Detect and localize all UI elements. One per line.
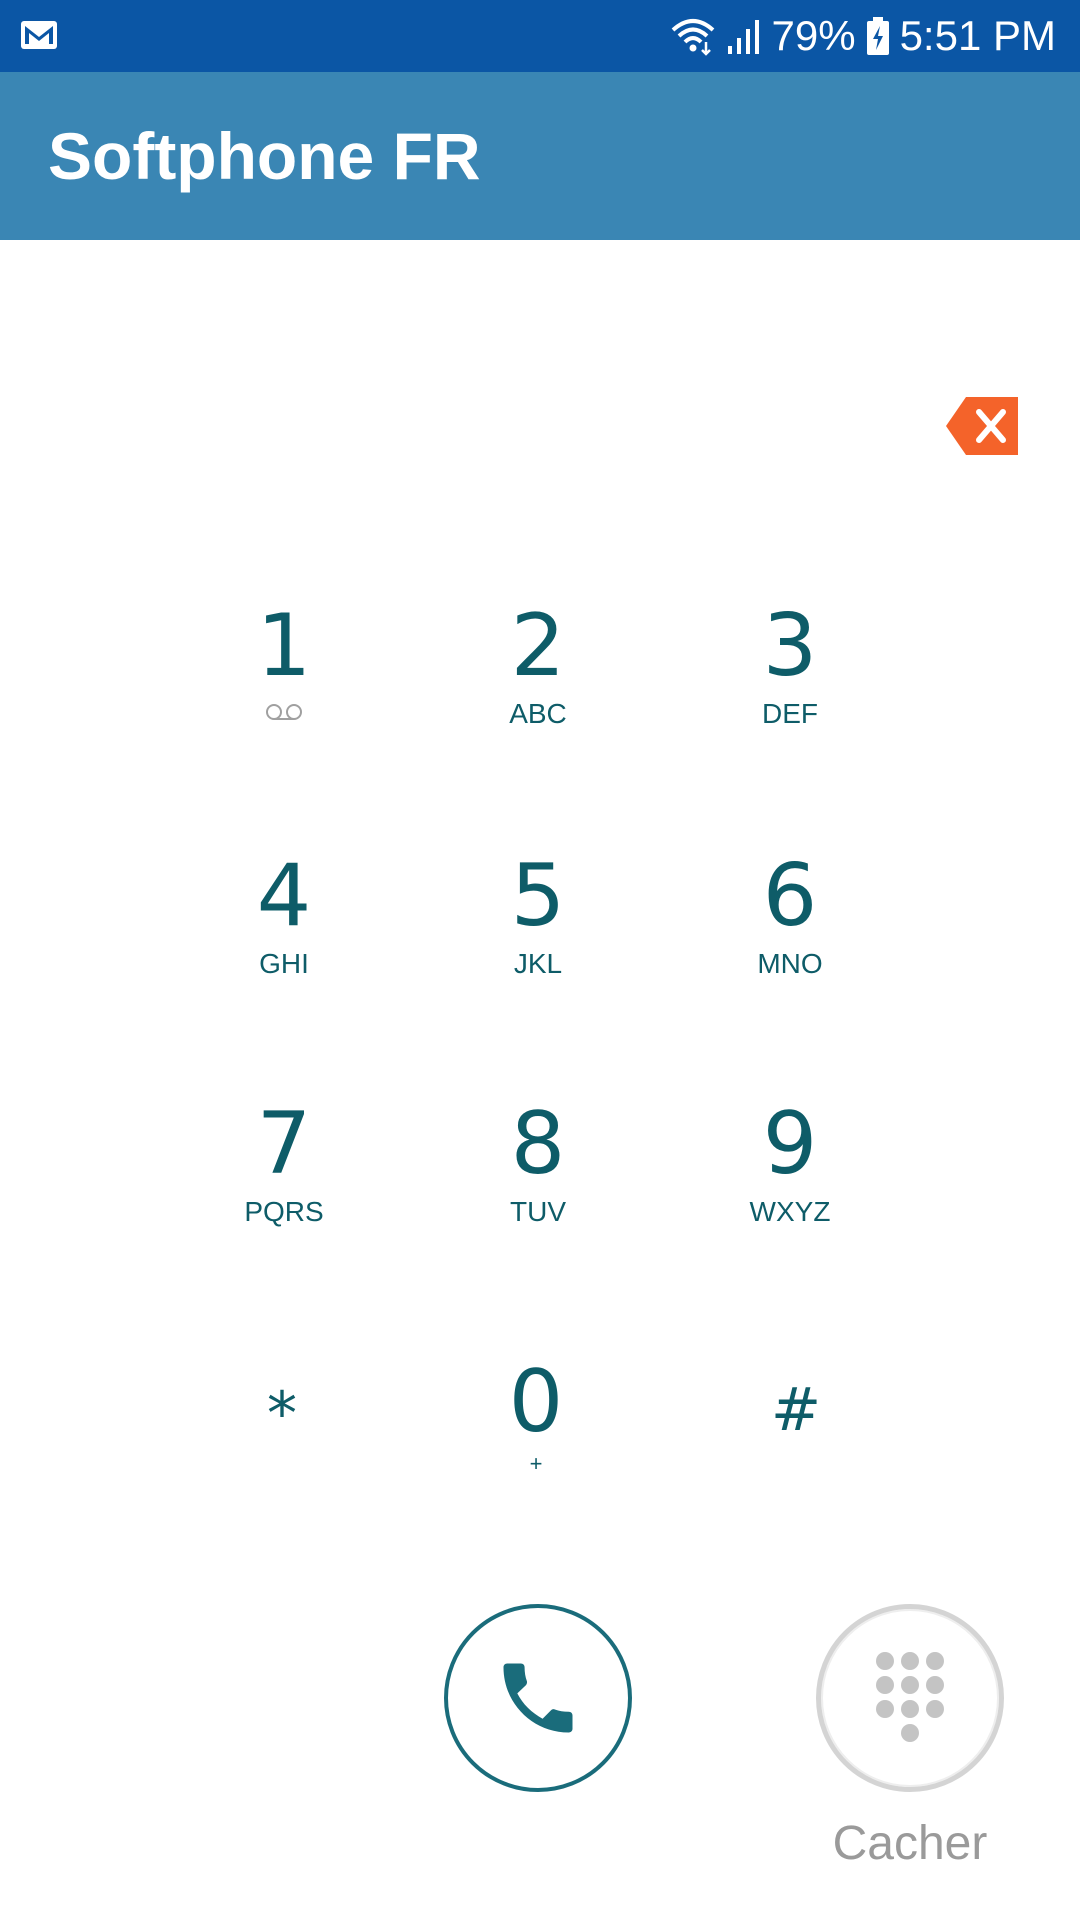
key-letters: DEF — [762, 698, 818, 729]
key-1[interactable]: 1 — [184, 596, 384, 776]
key-letters: + — [529, 1451, 543, 1476]
call-button[interactable] — [444, 1604, 632, 1792]
status-bar: 79% 5:51 PM — [0, 0, 1080, 72]
wifi-icon — [671, 19, 714, 56]
key-letters: GHI — [259, 948, 309, 979]
key-digit: 8 — [510, 1094, 566, 1194]
hide-dialpad-label: Cacher — [832, 1817, 988, 1870]
gmail-icon — [21, 21, 57, 49]
key-letters: MNO — [757, 948, 823, 979]
key-9[interactable]: 9 WXYZ — [690, 1094, 890, 1274]
battery-percent: 79% — [771, 12, 856, 59]
key-letters: ABC — [509, 698, 567, 729]
key-3[interactable]: 3 DEF — [690, 596, 890, 776]
key-digit: 7 — [256, 1094, 312, 1194]
backspace-button[interactable] — [944, 395, 1020, 457]
status-indicators: 79% 5:51 PM — [670, 0, 1056, 72]
key-letters: JKL — [513, 948, 563, 979]
key-digit: 6 — [762, 846, 818, 946]
key-digit: 4 — [256, 846, 312, 946]
phone-icon — [503, 1663, 573, 1733]
backspace-icon — [946, 397, 1018, 455]
key-0[interactable]: 0 + — [436, 1352, 636, 1532]
key-digit: # — [770, 1375, 822, 1445]
app-bar: Softphone FR — [0, 72, 1080, 240]
key-digit: 0 — [508, 1352, 564, 1452]
key-5[interactable]: 5 JKL — [438, 846, 638, 1026]
key-digit: 9 — [762, 1094, 818, 1194]
key-digit: 1 — [256, 596, 312, 696]
key-digit: * — [267, 1379, 297, 1449]
key-4[interactable]: 4 GHI — [184, 846, 384, 1026]
key-digit: 2 — [510, 596, 566, 696]
signal-icon — [727, 20, 759, 54]
voicemail-icon — [184, 696, 384, 732]
key-digit: 5 — [510, 846, 566, 946]
key-letters: PQRS — [244, 1196, 324, 1227]
status-time: 5:51 PM — [899, 12, 1056, 59]
key-star[interactable]: * — [182, 1344, 382, 1524]
app-title: Softphone FR — [48, 119, 481, 193]
key-hash[interactable]: # — [696, 1340, 896, 1520]
key-6[interactable]: 6 MNO — [690, 846, 890, 1026]
key-digit: 3 — [762, 596, 818, 696]
hide-dialpad-button[interactable] — [816, 1604, 1004, 1792]
key-7[interactable]: 7 PQRS — [184, 1094, 384, 1274]
key-2[interactable]: 2 ABC — [438, 596, 638, 776]
key-letters: WXYZ — [749, 1196, 831, 1227]
dialpad-icon — [876, 1652, 944, 1742]
battery-charging-icon — [866, 17, 889, 55]
key-letters: TUV — [510, 1196, 566, 1227]
key-8[interactable]: 8 TUV — [438, 1094, 638, 1274]
